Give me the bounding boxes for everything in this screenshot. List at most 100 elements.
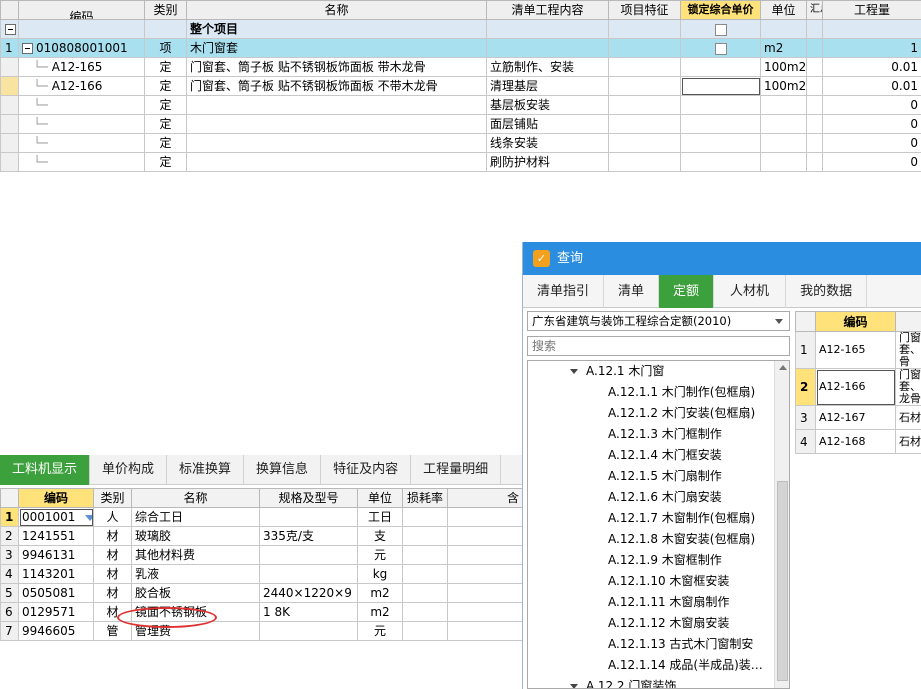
item-unit[interactable]: m2 <box>760 38 807 58</box>
item-name[interactable] <box>186 133 487 153</box>
resource-spec[interactable]: 1 8K <box>259 602 358 622</box>
table-row[interactable]: 4 A12-168 石材门 <box>795 429 921 454</box>
item-content[interactable]: 刷防护材料 <box>486 152 609 172</box>
table-row[interactable]: └─ 定 基层板安装 0 <box>0 95 921 115</box>
col-header-code[interactable]: 编码 <box>815 311 896 332</box>
resource-name[interactable]: 胶合板 <box>131 583 260 603</box>
resource-spec[interactable] <box>259 545 358 565</box>
table-row[interactable]: 2 1241551 材 玻璃胶 335克/支 支 <box>0 526 523 546</box>
tree-item[interactable]: A.12.1.4 木门框安装 <box>608 445 722 466</box>
item-qty[interactable]: 0 <box>822 152 921 172</box>
tab-my-data[interactable]: 我的数据 <box>786 275 868 308</box>
resource-name[interactable]: 玻璃胶 <box>131 526 260 546</box>
item-qty[interactable]: 1 <box>822 38 921 58</box>
collapse-icon[interactable] <box>5 24 16 35</box>
resource-unit[interactable]: 工日 <box>357 507 403 527</box>
query-panel-title[interactable]: 查询 <box>523 242 921 275</box>
resource-spec[interactable] <box>259 621 358 641</box>
resource-code[interactable]: 0505081 <box>18 583 94 603</box>
col-header-code[interactable]: 编码 <box>18 488 94 508</box>
resource-code-select[interactable]: 0001001 <box>18 507 94 527</box>
col-header-lock-price[interactable]: 锁定综合单价 <box>680 0 761 20</box>
table-row[interactable]: 7 9946605 管 管理费 元 <box>0 621 523 641</box>
table-row[interactable]: 5 0505081 材 胶合板 2440×1220×9 m2 <box>0 583 523 603</box>
item-name[interactable]: 门窗套、筒子板 贴不锈钢板饰面板 带木龙骨 <box>186 57 487 77</box>
item-code[interactable]: └─ A12-165 <box>18 57 145 77</box>
tree-item[interactable]: A.12.1.10 木窗框安装 <box>608 571 729 592</box>
col-header-qty[interactable]: 工程量 <box>822 0 921 20</box>
resource-unit[interactable]: 元 <box>357 545 403 565</box>
tab-bill[interactable]: 清单 <box>604 275 660 308</box>
table-row[interactable]: 1 0001001 人 综合工日 工日 <box>0 507 523 527</box>
quota-code[interactable]: A12-168 <box>815 429 896 454</box>
item-qty[interactable]: 0.01 <box>822 57 921 77</box>
quota-name[interactable]: 石材门 <box>895 405 921 430</box>
collapse-icon[interactable] <box>22 43 33 54</box>
col-header-spec[interactable]: 规格及型号 <box>259 488 358 508</box>
item-content[interactable]: 清理基层 <box>486 76 609 96</box>
tab-bill-guide[interactable]: 清单指引 <box>523 275 605 308</box>
table-row[interactable]: 2 A12-166 门窗套、龙骨 <box>795 368 921 406</box>
resource-name[interactable]: 综合工日 <box>131 507 260 527</box>
chevron-down-icon[interactable] <box>570 369 578 374</box>
item-name[interactable]: 门窗套、筒子板 贴不锈钢板饰面板 不带木龙骨 <box>186 76 487 96</box>
resource-spec[interactable] <box>259 564 358 584</box>
item-content[interactable]: 立筋制作、安装 <box>486 57 609 77</box>
tab-standard-conversion[interactable]: 标准换算 <box>167 455 245 485</box>
tree-scrollbar[interactable] <box>774 361 789 688</box>
resource-name[interactable]: 其他材料费 <box>131 545 260 565</box>
quota-code[interactable]: A12-165 <box>815 331 896 369</box>
table-row[interactable]: └─ 定 面层铺贴 0 <box>0 114 921 134</box>
item-name[interactable] <box>186 152 487 172</box>
table-row[interactable]: 1 010808001001 项 木门窗套 m2 1 <box>0 38 921 58</box>
resource-code[interactable]: 1241551 <box>18 526 94 546</box>
item-code[interactable]: └─ A12-166 <box>18 76 145 96</box>
col-header-code[interactable]: 编码 <box>18 0 145 20</box>
col-header-summary[interactable]: 汇总 <box>806 0 823 20</box>
col-header-content[interactable]: 含 <box>447 488 523 508</box>
quota-library-select[interactable]: 广东省建筑与装饰工程综合定额(2010) <box>527 311 790 331</box>
item-name[interactable]: 木门窗套 <box>186 38 487 58</box>
dropdown-arrow-icon[interactable] <box>85 514 93 521</box>
resource-unit[interactable]: m2 <box>357 602 403 622</box>
lock-price-cell-active[interactable] <box>680 76 761 96</box>
tree-item[interactable]: A.12.1.9 木窗框制作 <box>608 550 722 571</box>
scrollbar-thumb[interactable] <box>777 481 788 681</box>
quota-name[interactable]: 门窗套、骨 <box>895 331 921 369</box>
item-content[interactable] <box>486 38 609 58</box>
resource-unit[interactable]: 支 <box>357 526 403 546</box>
tree-item[interactable]: A.12.1.1 木门制作(包框扇) <box>608 382 755 403</box>
tab-quantity-detail[interactable]: 工程量明细 <box>411 455 502 485</box>
tab-labor-material-machine[interactable]: 人材机 <box>714 275 787 308</box>
tree-item[interactable]: A.12.1.13 古式木门窗制安 <box>608 634 753 655</box>
tab-quota[interactable]: 定额 <box>659 275 715 308</box>
tab-unit-price[interactable]: 单价构成 <box>90 455 168 485</box>
resource-code[interactable]: 0129571 <box>18 602 94 622</box>
tree-item[interactable]: A.12.1.5 木门扇制作 <box>608 466 722 487</box>
tree-item[interactable]: A.12.1.3 木门框制作 <box>608 424 722 445</box>
table-row[interactable]: └─ 定 线条安装 0 <box>0 133 921 153</box>
col-header-unit[interactable]: 单位 <box>760 0 807 20</box>
item-content[interactable]: 基层板安装 <box>486 95 609 115</box>
col-header-loss-rate[interactable]: 损耗率 <box>402 488 448 508</box>
table-row[interactable]: └─ A12-166 定 门窗套、筒子板 贴不锈钢板饰面板 不带木龙骨 清理基层… <box>0 76 921 96</box>
chevron-down-icon[interactable] <box>570 684 578 688</box>
tab-conversion-info[interactable]: 换算信息 <box>244 455 322 485</box>
col-header-type[interactable]: 类别 <box>144 0 187 20</box>
col-header-unit[interactable]: 单位 <box>357 488 403 508</box>
resource-unit[interactable]: kg <box>357 564 403 584</box>
item-unit[interactable]: 100m2 <box>760 57 807 77</box>
item-content[interactable]: 面层铺贴 <box>486 114 609 134</box>
item-qty[interactable]: 0 <box>822 133 921 153</box>
col-header-content[interactable]: 清单工程内容 <box>486 0 609 20</box>
resource-unit[interactable]: m2 <box>357 583 403 603</box>
quota-code[interactable]: A12-167 <box>815 405 896 430</box>
col-header-type[interactable]: 类别 <box>93 488 132 508</box>
col-header-name[interactable]: 名称 <box>186 0 487 20</box>
table-row[interactable]: 3 A12-167 石材门 <box>795 405 921 430</box>
resource-code[interactable]: 9946131 <box>18 545 94 565</box>
table-row[interactable]: 6 0129571 材 镜面不锈钢板 1 8K m2 <box>0 602 523 622</box>
tree-item[interactable]: A.12.1.14 成品(半成品)装… <box>608 655 763 676</box>
table-row[interactable]: 4 1143201 材 乳液 kg <box>0 564 523 584</box>
tree-node-parent[interactable]: A.12.1 木门窗 <box>570 361 664 382</box>
